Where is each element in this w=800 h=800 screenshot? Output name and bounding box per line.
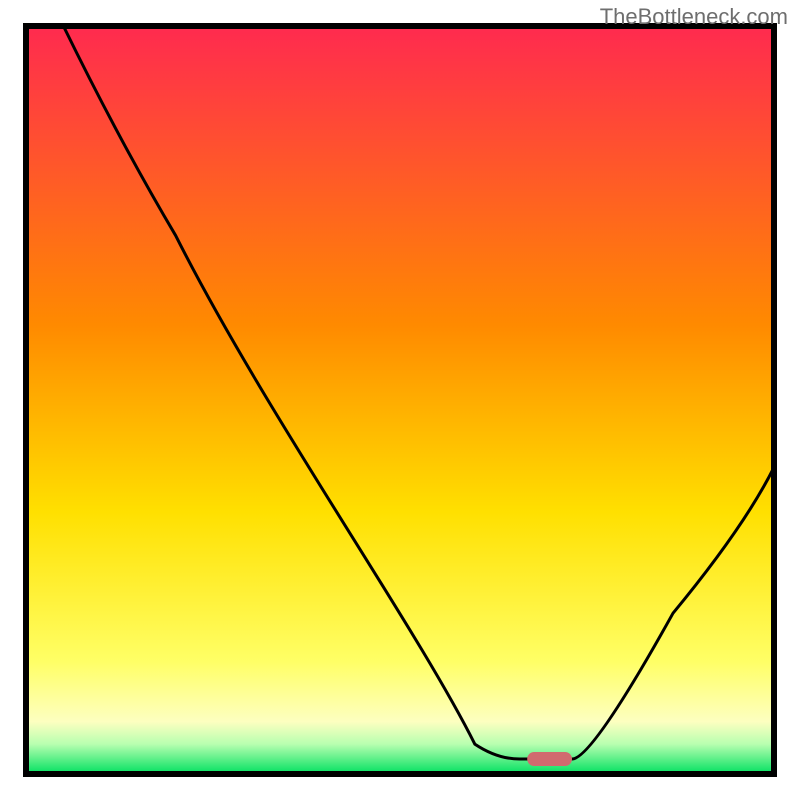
plot-area bbox=[26, 26, 774, 774]
chart-container: TheBottleneck.com bbox=[0, 0, 800, 800]
watermark-text: TheBottleneck.com bbox=[600, 4, 788, 30]
optimum-marker bbox=[527, 752, 572, 766]
chart-svg bbox=[0, 0, 800, 800]
gradient-background bbox=[26, 26, 774, 774]
